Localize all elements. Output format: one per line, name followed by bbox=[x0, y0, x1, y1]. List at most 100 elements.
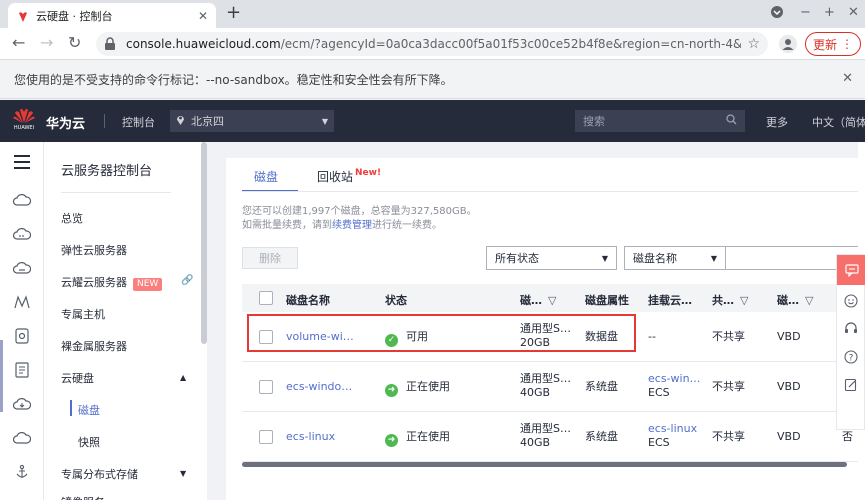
console-search-input[interactable]: 搜索 bbox=[575, 110, 745, 132]
cloud-service-icon[interactable] bbox=[12, 190, 32, 210]
row-checkbox[interactable] bbox=[259, 430, 273, 444]
table-horizontal-scrollbar[interactable] bbox=[242, 462, 847, 467]
attached-server-cell: ecs-linux ECS bbox=[648, 422, 697, 450]
renewal-management-link[interactable]: 续费管理 bbox=[332, 220, 372, 231]
edit-note-icon[interactable] bbox=[843, 377, 859, 393]
bookmark-star-icon[interactable]: ☆ bbox=[747, 36, 760, 52]
table-row[interactable]: ecs-windo… ➜ 正在使用 通用型S… 40GB 系统盘 ecs-win… E… bbox=[242, 362, 865, 412]
feedback-chat-icon[interactable] bbox=[837, 255, 865, 285]
menu-item-evs[interactable]: 云硬盘 bbox=[61, 370, 94, 386]
col-spec[interactable]: 磁… ▽ bbox=[520, 292, 556, 308]
cloud-sync-icon[interactable] bbox=[12, 394, 32, 414]
renew-text-pre: 如需批量续费，请到 bbox=[242, 220, 332, 231]
update-button[interactable]: 更新 ⋮ bbox=[805, 32, 861, 56]
new-tab-icon[interactable]: + bbox=[226, 3, 241, 23]
url-host: console.huaweicloud.com bbox=[126, 37, 281, 51]
status-filter-select[interactable]: 所有状态 ▼ bbox=[486, 246, 617, 270]
database-icon[interactable] bbox=[12, 326, 32, 346]
nav-console-link[interactable]: 控制台 bbox=[122, 114, 155, 130]
customer-service-icon[interactable] bbox=[843, 321, 859, 337]
profile-avatar-icon[interactable] bbox=[779, 35, 797, 53]
svg-text:?: ? bbox=[849, 354, 854, 364]
filter-icon: ▽ bbox=[740, 294, 749, 307]
anchor-icon[interactable] bbox=[12, 462, 32, 482]
help-icon[interactable]: ? bbox=[843, 349, 859, 365]
disk-name-link[interactable]: ecs-linux bbox=[286, 430, 335, 444]
unsupported-flag-infobar: 您使用的是不受支持的命令行标记：--no-sandbox。稳定性和安全性会有所下… bbox=[0, 60, 865, 99]
menu-item-flexus[interactable]: 云耀云服务器 NEW bbox=[61, 274, 163, 291]
menu-item-evs-snapshot[interactable]: 快照 bbox=[78, 434, 100, 450]
network-icon[interactable] bbox=[12, 292, 32, 312]
chevron-down-icon[interactable]: ▼ bbox=[180, 469, 186, 478]
hamburger-menu-icon[interactable] bbox=[12, 152, 32, 172]
disk-name-link[interactable]: ecs-windo… bbox=[286, 380, 352, 394]
chevron-down-icon: ▼ bbox=[601, 253, 608, 263]
quota-info: 您还可以创建1,997个磁盘，总容量为327,580GB。 如需批量续费，请到续… bbox=[242, 205, 477, 233]
row-checkbox[interactable] bbox=[259, 380, 273, 394]
search-icon bbox=[726, 114, 737, 128]
extra-cell: 否 bbox=[842, 430, 853, 443]
status-cell: ➜ 正在使用 bbox=[385, 430, 450, 447]
disk-size: 40GB bbox=[520, 436, 551, 449]
huawei-favicon-icon bbox=[16, 9, 30, 23]
menu-item-ims[interactable]: 镜像服务 bbox=[61, 494, 105, 500]
browser-tabbar: 云硬盘 · 控制台 ✕ + − + ✕ bbox=[0, 0, 865, 28]
cloud-server-icon[interactable] bbox=[12, 224, 32, 244]
table-row[interactable]: ecs-linux ➜ 正在使用 通用型S… 40GB 系统盘 ecs-linux E… bbox=[242, 412, 865, 462]
tab-search-icon[interactable] bbox=[770, 5, 784, 23]
window-close-icon[interactable]: ✕ bbox=[848, 5, 859, 20]
delete-button[interactable]: 删除 bbox=[242, 247, 298, 269]
minimize-icon[interactable]: − bbox=[800, 5, 811, 20]
region-selector[interactable]: 北京四 ▼ bbox=[170, 110, 334, 132]
reload-icon[interactable]: ↻ bbox=[68, 34, 81, 52]
disk-size: 40GB bbox=[520, 386, 551, 399]
col-mode[interactable]: 磁… ▽ bbox=[777, 292, 813, 308]
attribute-cell: 系统盘 bbox=[585, 430, 618, 443]
menu-item-ecs[interactable]: 弹性云服务器 bbox=[61, 242, 127, 258]
menu-item-dedicated-host[interactable]: 专属主机 bbox=[61, 306, 105, 322]
menu-item-evs-disk[interactable]: 磁盘 bbox=[78, 402, 100, 418]
url-input[interactable]: console.huaweicloud.com/ecm/?agencyId=0a… bbox=[96, 32, 768, 56]
document-icon[interactable] bbox=[12, 360, 32, 380]
nav-more-link[interactable]: 更多 bbox=[766, 114, 788, 130]
col-attribute: 磁盘属性 bbox=[585, 294, 629, 307]
infobar-close-icon[interactable]: ✕ bbox=[842, 71, 853, 86]
language-selector[interactable]: 中文（简体 bbox=[812, 114, 865, 130]
cloud-storage-icon[interactable] bbox=[12, 258, 32, 278]
location-pin-icon bbox=[176, 114, 185, 128]
tab-close-icon[interactable]: ✕ bbox=[198, 9, 208, 23]
tab-recycle-bin[interactable]: 回收站 New! bbox=[317, 168, 381, 185]
menu-item-bms[interactable]: 裸金属服务器 bbox=[61, 338, 127, 354]
more-vert-icon: ⋮ bbox=[841, 37, 853, 51]
attribute-cell: 系统盘 bbox=[585, 380, 618, 393]
arrow-right-circle-icon: ➜ bbox=[385, 434, 398, 447]
cloud-backup-icon[interactable] bbox=[12, 428, 32, 448]
select-all-checkbox[interactable] bbox=[259, 291, 273, 305]
col-mode-label: 磁… bbox=[777, 294, 799, 307]
browser-tab[interactable]: 云硬盘 · 控制台 ✕ bbox=[8, 3, 216, 28]
menu-scrollbar[interactable] bbox=[201, 142, 207, 344]
col-name: 磁盘名称 bbox=[286, 294, 330, 307]
tab-disks[interactable]: 磁盘 bbox=[254, 168, 278, 185]
highlight-box bbox=[247, 314, 636, 352]
nav-divider bbox=[104, 114, 105, 128]
external-link-icon[interactable]: 🔗 bbox=[181, 275, 193, 286]
chevron-down-icon: ▼ bbox=[321, 116, 328, 126]
back-icon[interactable]: ← bbox=[12, 34, 25, 52]
brand-name[interactable]: 华为云 bbox=[46, 113, 85, 132]
col-sharing[interactable]: 共… ▽ bbox=[712, 292, 748, 308]
chevron-up-icon[interactable]: ▲ bbox=[180, 373, 186, 382]
search-field-select[interactable]: 磁盘名称 ▼ bbox=[624, 246, 726, 270]
maximize-icon[interactable]: + bbox=[824, 5, 835, 20]
forward-icon[interactable]: → bbox=[40, 34, 53, 52]
search-field-value: 磁盘名称 bbox=[633, 252, 677, 265]
menu-item-overview[interactable]: 总览 bbox=[61, 210, 83, 226]
huawei-logo[interactable]: HUAWEI bbox=[10, 106, 38, 136]
menu-item-dss[interactable]: 专属分布式存储 bbox=[61, 466, 138, 482]
renew-text-post: 进行统一续费。 bbox=[372, 220, 442, 231]
smiley-feedback-icon[interactable] bbox=[843, 293, 859, 309]
tab-title: 云硬盘 · 控制台 bbox=[36, 9, 113, 23]
server-link[interactable]: ecs-win… bbox=[648, 372, 701, 386]
quota-line: 您还可以创建1,997个磁盘，总容量为327,580GB。 bbox=[242, 206, 477, 217]
server-link[interactable]: ecs-linux bbox=[648, 422, 697, 436]
